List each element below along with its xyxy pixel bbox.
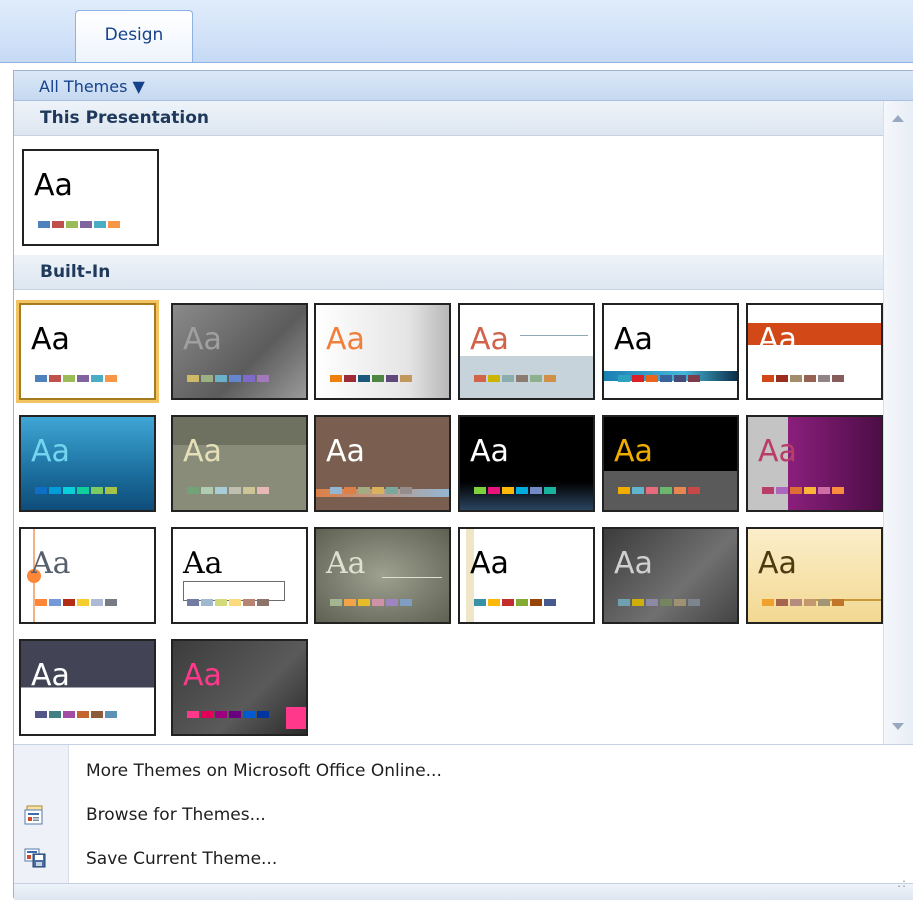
ribbon-tab-strip: Design — [0, 0, 913, 63]
theme-thumbnail[interactable]: Aa — [171, 303, 308, 400]
theme-sample-text: Aa — [758, 434, 797, 469]
theme-sample-text: Aa — [183, 546, 223, 581]
theme-sample-text: Aa — [614, 546, 653, 581]
menu-item-label: Browse for Themes... — [86, 805, 266, 825]
theme-color-swatches — [762, 375, 846, 382]
theme-thumbnail[interactable]: Aa — [602, 527, 739, 624]
section-title: This Presentation — [40, 108, 210, 128]
section-header-built-in: Built-In — [14, 255, 883, 290]
theme-sample-text: Aa — [183, 434, 222, 469]
theme-sample-text: Aa — [31, 322, 70, 357]
browse-for-themes-item[interactable]: Browse for Themes... — [86, 801, 266, 829]
theme-thumbnail[interactable]: Aa — [22, 149, 159, 246]
theme-sample-text: Aa — [183, 322, 222, 357]
theme-color-swatches — [187, 599, 271, 606]
theme-color-swatches — [35, 599, 119, 606]
resize-grip-icon[interactable]: .: — [897, 876, 907, 890]
theme-color-swatches — [330, 487, 414, 494]
theme-accent-shape — [286, 707, 306, 729]
theme-thumbnail[interactable]: Aa — [171, 527, 308, 624]
theme-thumbnail[interactable]: Aa — [314, 303, 451, 400]
theme-accent-shape — [382, 577, 442, 578]
theme-color-swatches — [38, 221, 122, 228]
theme-thumbnail[interactable]: Aa — [19, 527, 156, 624]
theme-thumbnail[interactable]: Aa — [458, 527, 595, 624]
theme-sample-text: Aa — [34, 168, 73, 203]
theme-color-swatches — [474, 487, 558, 494]
save-current-theme-item[interactable]: Save Current Theme... — [86, 845, 277, 873]
theme-thumbnail[interactable]: Aa — [16, 300, 159, 403]
theme-thumbnail[interactable]: Aa — [19, 639, 156, 736]
theme-sample-text: Aa — [470, 322, 509, 357]
theme-thumbnail[interactable]: Aa — [602, 415, 739, 512]
theme-accent-shape — [183, 581, 285, 601]
section-header-this-presentation: This Presentation — [14, 101, 883, 136]
theme-sample-text: Aa — [470, 546, 509, 581]
theme-thumbnail[interactable]: Aa — [458, 415, 595, 512]
themes-gallery: All Themes ▼ This Presentation Aa Built-… — [13, 70, 913, 900]
gallery-scrollbar[interactable] — [883, 101, 913, 744]
scroll-down-icon[interactable] — [892, 723, 904, 730]
theme-sample-text: Aa — [31, 434, 70, 469]
theme-color-swatches — [187, 487, 271, 494]
browse-themes-icon — [24, 805, 43, 825]
save-theme-icon — [24, 848, 46, 868]
theme-sample-text: Aa — [470, 434, 509, 469]
theme-color-swatches — [35, 711, 119, 718]
theme-thumbnail[interactable]: Aa — [602, 303, 739, 400]
theme-color-swatches — [187, 711, 271, 718]
theme-sample-text: Aa — [758, 322, 797, 357]
theme-sample-text: Aa — [326, 434, 365, 469]
theme-sample-text: Aa — [326, 546, 366, 581]
theme-thumbnail[interactable]: Aa — [458, 303, 595, 400]
theme-color-swatches — [474, 375, 558, 382]
theme-color-swatches — [762, 599, 846, 606]
theme-thumbnail[interactable]: Aa — [746, 303, 883, 400]
theme-sample-text: Aa — [326, 322, 365, 357]
theme-color-swatches — [35, 375, 119, 382]
theme-color-swatches — [618, 599, 702, 606]
theme-thumbnail[interactable]: Aa — [314, 527, 451, 624]
theme-sample-text: Aa — [614, 322, 653, 357]
theme-thumbnail[interactable]: Aa — [746, 527, 883, 624]
theme-color-swatches — [618, 375, 702, 382]
theme-color-swatches — [618, 487, 702, 494]
theme-sample-text: Aa — [31, 658, 70, 693]
menu-item-label: More Themes on Microsoft Office Online..… — [86, 761, 442, 781]
theme-thumbnail[interactable]: Aa — [314, 415, 451, 512]
theme-color-swatches — [187, 375, 271, 382]
theme-thumbnail[interactable]: Aa — [171, 415, 308, 512]
theme-color-swatches — [762, 487, 846, 494]
section-title: Built-In — [40, 262, 111, 282]
theme-thumbnail[interactable]: Aa — [171, 639, 308, 736]
theme-sample-text: Aa — [31, 546, 71, 581]
theme-color-swatches — [35, 487, 119, 494]
menu-divider — [14, 744, 913, 745]
theme-thumbnail[interactable]: Aa — [19, 415, 156, 512]
more-themes-online-item[interactable]: More Themes on Microsoft Office Online..… — [86, 757, 442, 785]
theme-sample-text: Aa — [183, 658, 222, 693]
theme-color-swatches — [330, 375, 414, 382]
menu-item-label: Save Current Theme... — [86, 849, 278, 869]
theme-accent-shape — [520, 335, 588, 336]
theme-thumbnail[interactable]: Aa — [746, 415, 883, 512]
scroll-up-icon[interactable] — [892, 115, 904, 122]
theme-sample-text: Aa — [758, 546, 797, 581]
theme-sample-text: Aa — [614, 434, 653, 469]
all-themes-dropdown[interactable]: All Themes ▼ — [39, 76, 145, 98]
gallery-filter-bar: All Themes ▼ — [14, 71, 913, 101]
tab-design[interactable]: Design — [75, 10, 193, 62]
gallery-resize-bar — [14, 883, 913, 900]
theme-color-swatches — [330, 599, 414, 606]
theme-color-swatches — [474, 599, 558, 606]
